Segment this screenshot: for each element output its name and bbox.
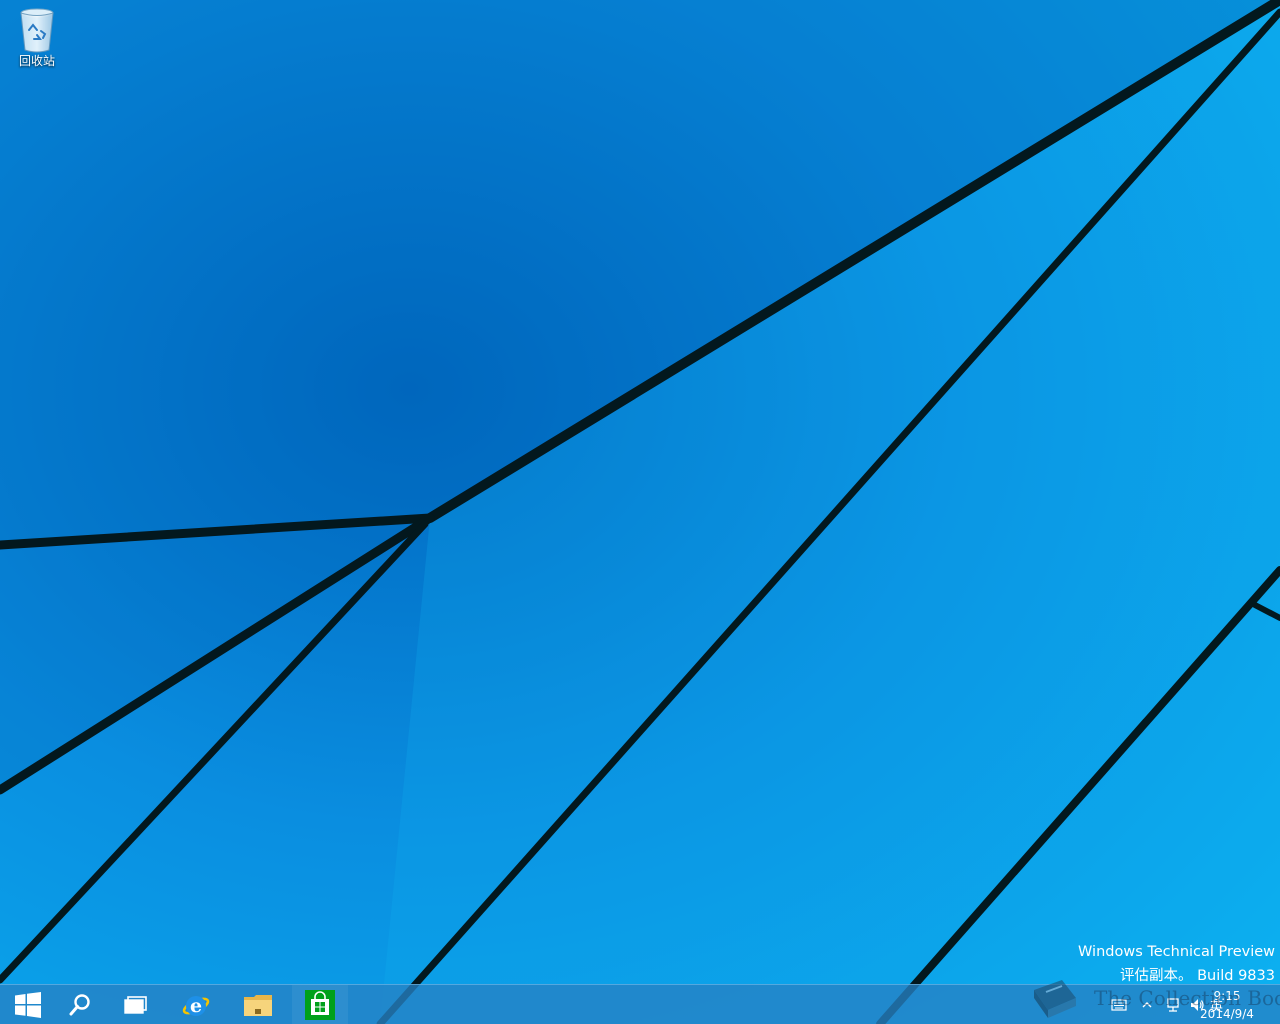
internet-explorer-button[interactable]: e xyxy=(168,985,224,1024)
store-button[interactable] xyxy=(292,985,348,1024)
search-button[interactable] xyxy=(52,985,108,1024)
start-button[interactable] xyxy=(0,985,56,1024)
overlay-text: The Collection Book xyxy=(1094,986,1280,1010)
svg-text:e: e xyxy=(190,995,202,1017)
file-explorer-button[interactable] xyxy=(230,985,286,1024)
windows-logo-icon xyxy=(14,991,42,1019)
folder-icon xyxy=(242,991,274,1019)
task-view-icon xyxy=(123,994,149,1016)
book-icon xyxy=(1028,976,1082,1024)
internet-explorer-icon: e xyxy=(180,989,212,1021)
overlay-watermark: The Collection Book xyxy=(1028,972,1280,1024)
wallpaper xyxy=(0,0,1280,1024)
watermark-title: Windows Technical Preview xyxy=(1078,944,1275,960)
desktop[interactable]: 回收站 Windows Technical Preview 评估副本。 Buil… xyxy=(0,0,1280,1024)
desktop-icon-label: 回收站 xyxy=(18,54,55,68)
recycle-bin-icon xyxy=(17,6,57,54)
desktop-icon-recycle-bin[interactable]: 回收站 xyxy=(6,4,68,78)
task-view-button[interactable] xyxy=(108,985,164,1024)
store-icon xyxy=(305,990,335,1020)
search-icon xyxy=(68,993,92,1017)
